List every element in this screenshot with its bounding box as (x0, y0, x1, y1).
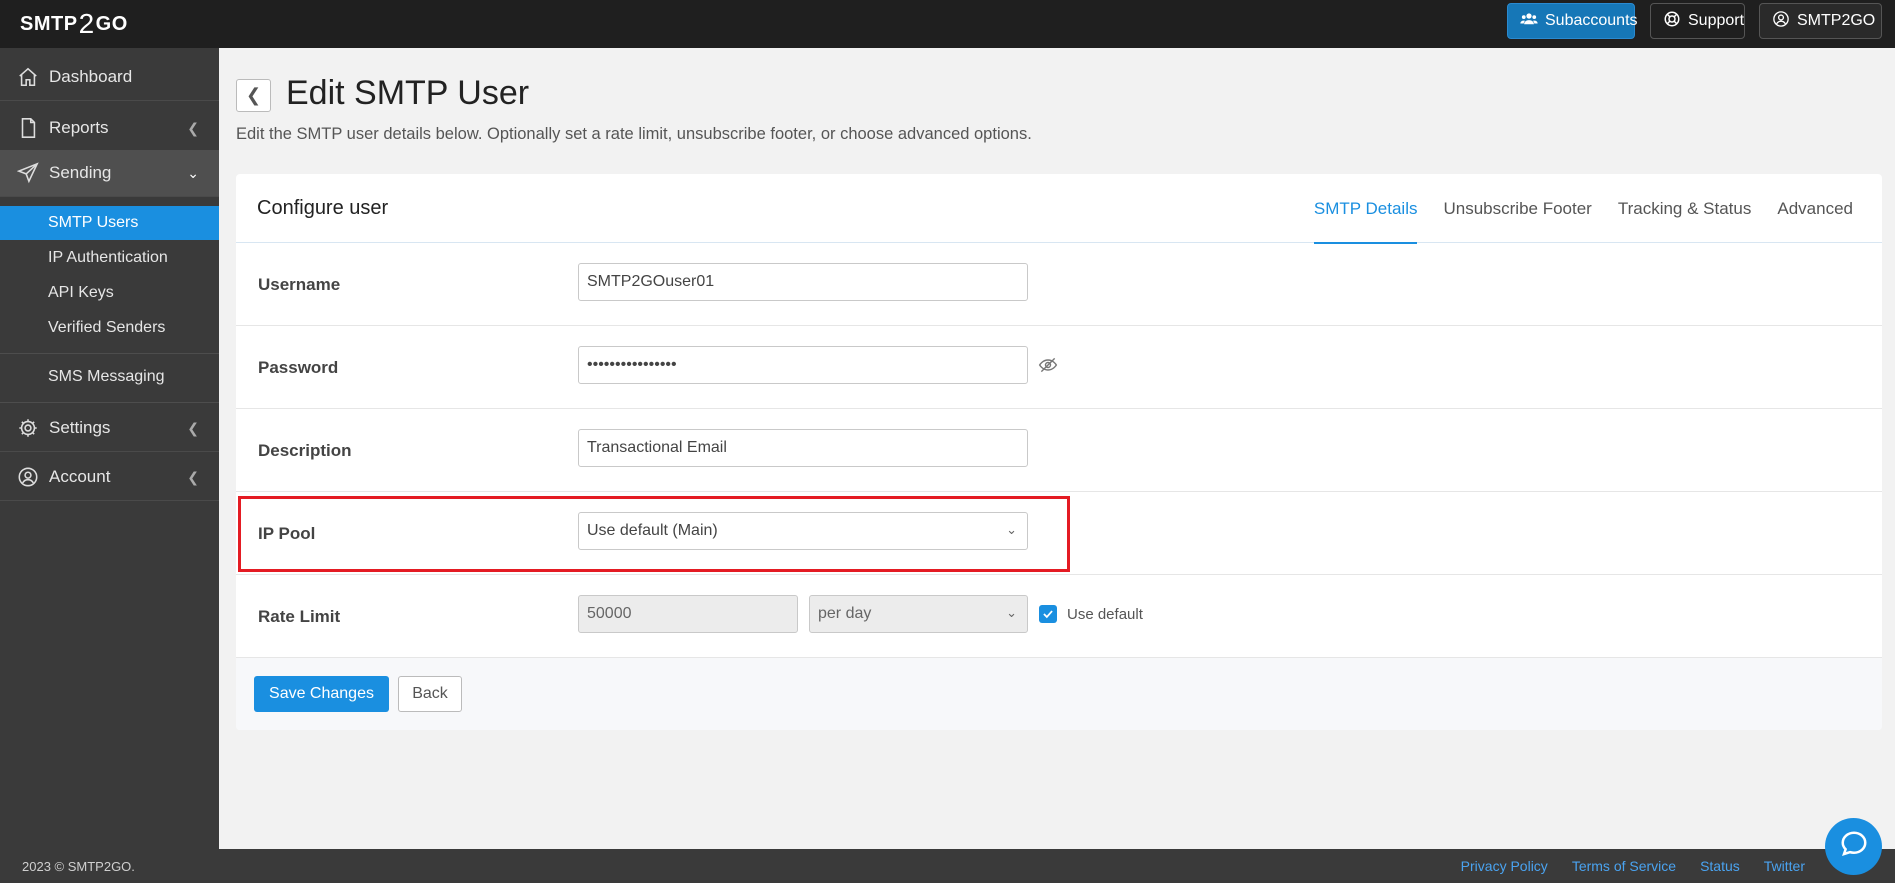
user-circle-icon (1772, 10, 1790, 33)
top-bar: SMTP 2 GO Subaccounts Support SMTP2GO (0, 0, 1895, 48)
sidebar-item-settings[interactable]: Settings ❮ (0, 405, 219, 452)
eye-slash-icon[interactable] (1038, 355, 1058, 375)
form-actions: Save Changes Back (236, 658, 1882, 730)
sidebar-item-sending[interactable]: Sending ⌄ (0, 150, 219, 197)
ip-pool-highlight-box (238, 496, 1070, 572)
page-description: Edit the SMTP user details below. Option… (236, 125, 1032, 143)
subaccounts-label: Subaccounts (1545, 12, 1638, 29)
rate-limit-label: Rate Limit (258, 607, 341, 626)
chevron-down-icon: ⌄ (1006, 605, 1017, 620)
copyright-text: 2023 © SMTP2GO. (22, 859, 135, 874)
chevron-left-icon: ❮ (245, 85, 262, 105)
sidebar-label-api-keys: API Keys (48, 284, 114, 301)
rate-limit-period-value: per day (818, 605, 872, 622)
sidebar-label-sms-messaging: SMS Messaging (48, 368, 165, 385)
username-label: Username (258, 275, 341, 294)
privacy-policy-link[interactable]: Privacy Policy (1461, 858, 1548, 874)
subaccounts-button[interactable]: Subaccounts (1507, 3, 1638, 39)
sidebar-item-verified-senders[interactable]: Verified Senders (0, 311, 219, 345)
sidebar-label-ip-authentication: IP Authentication (48, 249, 168, 266)
password-row: Password •••••••••••••••• (236, 326, 1882, 409)
page-back-button[interactable]: ❮ (236, 79, 271, 112)
sidebar-label-smtp-users: SMTP Users (48, 214, 139, 231)
account-label: SMTP2GO (1797, 12, 1876, 29)
password-label: Password (258, 358, 339, 377)
chevron-left-icon: ❮ (187, 119, 199, 136)
footer-links: Privacy Policy Terms of Service Status T… (1461, 858, 1805, 874)
sidebar-label-verified-senders: Verified Senders (48, 319, 166, 336)
chevron-left-icon: ❮ (187, 419, 199, 436)
sidebar-item-sms-messaging[interactable]: SMS Messaging (0, 360, 219, 394)
sidebar-label-dashboard: Dashboard (49, 67, 133, 86)
chevron-down-icon: ⌄ (187, 164, 199, 181)
account-menu-button[interactable]: SMTP2GO (1759, 3, 1882, 39)
rate-limit-period-select[interactable]: per day ⌄ (809, 595, 1028, 633)
logo-text-left: SMTP (20, 12, 78, 35)
rate-limit-input[interactable]: 50000 (578, 595, 798, 633)
description-label: Description (258, 441, 352, 460)
home-icon (17, 66, 39, 88)
sidebar-item-account[interactable]: Account ❮ (0, 454, 219, 501)
tab-advanced[interactable]: Advanced (1764, 174, 1866, 243)
user-circle-icon (17, 466, 39, 488)
twitter-link[interactable]: Twitter (1764, 858, 1805, 874)
description-input[interactable]: Transactional Email (578, 429, 1028, 467)
sidebar-item-smtp-users[interactable]: SMTP Users (0, 206, 219, 240)
tab-tracking-status[interactable]: Tracking & Status (1605, 174, 1765, 243)
chat-bubble-icon (1839, 829, 1869, 864)
sidebar-divider (0, 353, 219, 354)
sidebar-item-dashboard[interactable]: Dashboard (0, 54, 219, 101)
save-changes-button[interactable]: Save Changes (254, 676, 389, 712)
card-header: Configure user SMTP Details Unsubscribe … (236, 174, 1882, 244)
users-icon (1520, 10, 1538, 33)
configure-user-card: Configure user SMTP Details Unsubscribe … (236, 174, 1882, 730)
sidebar-item-api-keys[interactable]: API Keys (0, 276, 219, 310)
sidebar-label-settings: Settings (49, 418, 111, 437)
sidebar-item-reports[interactable]: Reports ❮ (0, 105, 219, 152)
smtp2go-logo[interactable]: SMTP 2 GO (20, 6, 128, 42)
lifebuoy-icon (1663, 10, 1681, 33)
status-link[interactable]: Status (1700, 858, 1740, 874)
footer: 2023 © SMTP2GO. Privacy Policy Terms of … (0, 849, 1895, 883)
password-input[interactable]: •••••••••••••••• (578, 346, 1028, 384)
tab-unsubscribe-footer[interactable]: Unsubscribe Footer (1430, 174, 1604, 243)
tab-smtp-details[interactable]: SMTP Details (1301, 174, 1431, 244)
logo-text-mid: 2 (78, 8, 95, 39)
chevron-left-icon: ❮ (187, 468, 199, 485)
chat-widget-button[interactable] (1825, 818, 1882, 875)
support-label: Support (1688, 12, 1745, 29)
sidebar-label-reports: Reports (49, 118, 109, 137)
description-row: Description Transactional Email (236, 409, 1882, 492)
use-default-checkbox[interactable] (1039, 605, 1057, 623)
paper-plane-icon (17, 162, 39, 184)
rate-limit-row: Rate Limit 50000 per day ⌄ Use default (236, 575, 1882, 658)
back-button[interactable]: Back (398, 676, 462, 712)
sidebar-item-ip-authentication[interactable]: IP Authentication (0, 241, 219, 275)
sidebar: Dashboard Reports ❮ Sending ⌄ SMTP Users… (0, 48, 219, 849)
tab-bar: SMTP Details Unsubscribe Footer Tracking… (1301, 174, 1866, 244)
card-title: Configure user (257, 197, 389, 219)
support-button[interactable]: Support (1650, 3, 1745, 39)
gear-icon (17, 417, 39, 439)
page-title: Edit SMTP User (286, 74, 530, 112)
username-row: Username SMTP2GOuser01 (236, 243, 1882, 326)
terms-of-service-link[interactable]: Terms of Service (1572, 858, 1676, 874)
logo-text-right: GO (95, 12, 128, 35)
document-icon (17, 117, 39, 139)
sidebar-label-sending: Sending (49, 163, 112, 182)
sidebar-label-account: Account (49, 467, 111, 486)
use-default-label: Use default (1067, 606, 1143, 623)
username-input[interactable]: SMTP2GOuser01 (578, 263, 1028, 301)
sidebar-divider (0, 402, 219, 403)
